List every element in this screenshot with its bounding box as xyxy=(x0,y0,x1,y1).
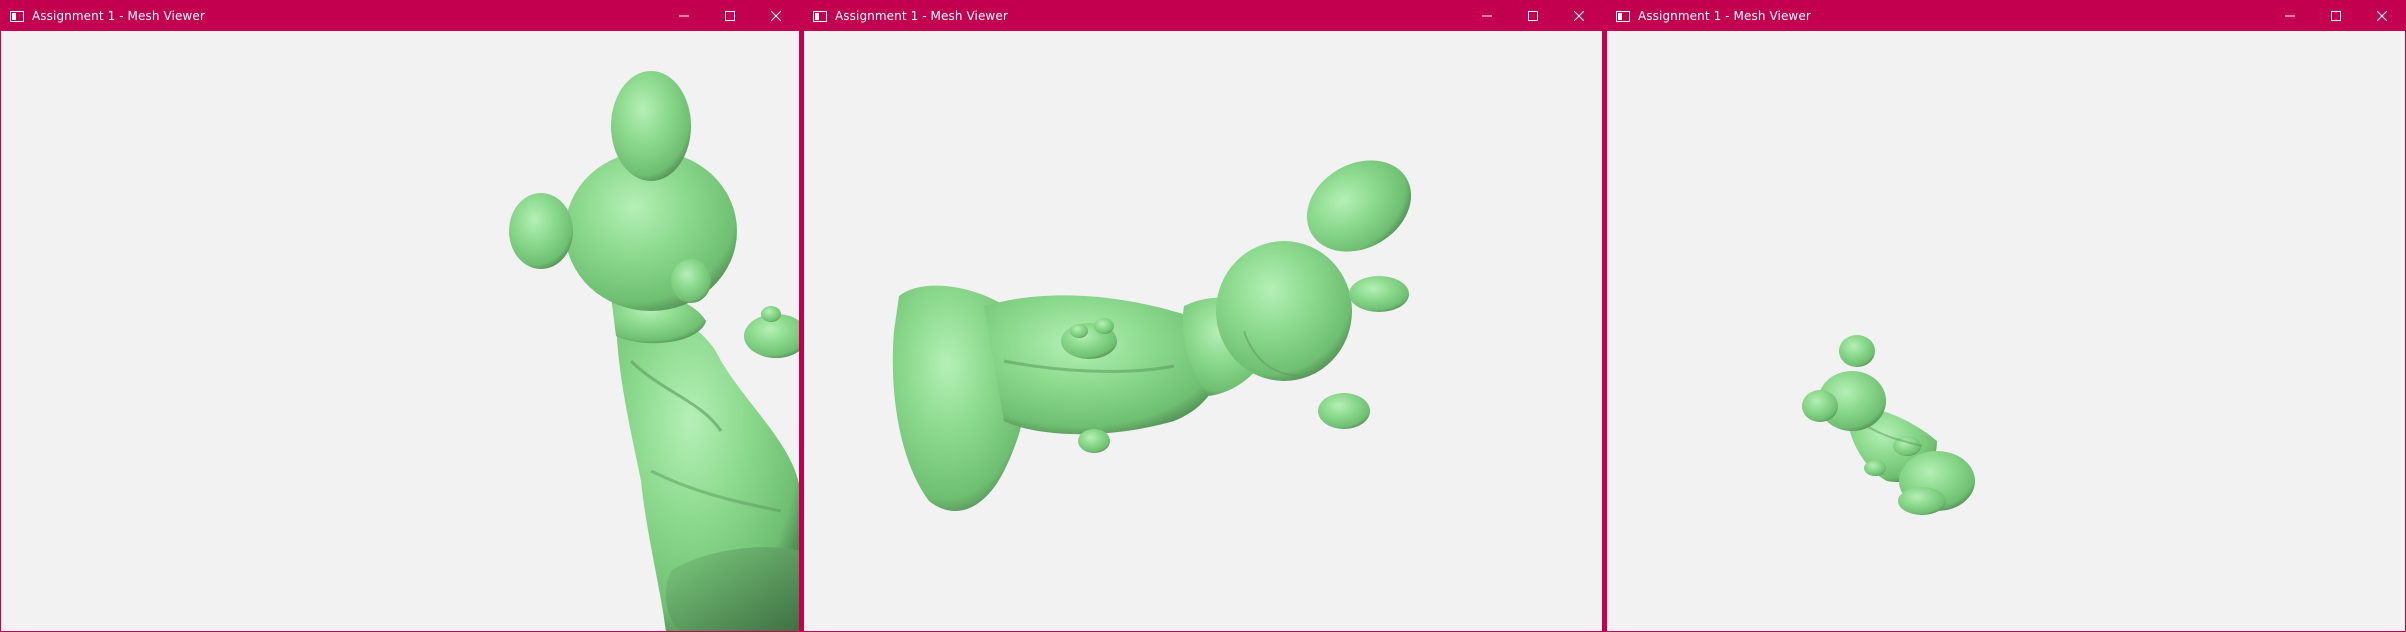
mouse-mesh-model xyxy=(509,71,799,631)
minimize-icon xyxy=(2285,15,2295,17)
maximize-icon xyxy=(2331,11,2341,21)
3d-viewport[interactable] xyxy=(804,31,1602,631)
app-window-icon xyxy=(10,10,24,22)
maximize-button[interactable] xyxy=(707,1,753,31)
title-bar[interactable]: Assignment 1 - Mesh Viewer xyxy=(1,1,799,31)
maximize-button[interactable] xyxy=(2313,1,2359,31)
title-bar[interactable]: Assignment 1 - Mesh Viewer xyxy=(1607,1,2405,31)
close-button[interactable] xyxy=(2359,1,2405,31)
mesh-render xyxy=(1802,335,1975,515)
app-window-icon xyxy=(1616,10,1630,22)
mesh-render xyxy=(509,71,799,631)
mesh-viewer-window-3: Assignment 1 - Mesh Viewer xyxy=(1606,0,2406,632)
close-icon xyxy=(1574,11,1584,21)
mouse-mesh-model xyxy=(1802,335,1975,515)
3d-viewport[interactable] xyxy=(1,31,799,631)
close-button[interactable] xyxy=(1556,1,1602,31)
mesh-render xyxy=(892,160,1412,511)
maximize-icon xyxy=(1528,11,1538,21)
minimize-icon xyxy=(679,15,689,17)
3d-viewport[interactable] xyxy=(1607,31,2405,631)
minimize-button[interactable] xyxy=(1464,1,1510,31)
mesh-viewer-window-2: Assignment 1 - Mesh Viewer xyxy=(803,0,1603,632)
title-bar[interactable]: Assignment 1 - Mesh Viewer xyxy=(804,1,1602,31)
close-icon xyxy=(771,11,781,21)
minimize-icon xyxy=(1482,15,1492,17)
close-icon xyxy=(2377,11,2387,21)
window-title: Assignment 1 - Mesh Viewer xyxy=(32,9,205,23)
minimize-button[interactable] xyxy=(2267,1,2313,31)
window-controls xyxy=(2267,1,2405,31)
window-title: Assignment 1 - Mesh Viewer xyxy=(1638,9,1811,23)
minimize-button[interactable] xyxy=(661,1,707,31)
window-title: Assignment 1 - Mesh Viewer xyxy=(835,9,1008,23)
app-window-icon xyxy=(813,10,827,22)
maximize-icon xyxy=(725,11,735,21)
mesh-viewer-window-1: Assignment 1 - Mesh Viewer xyxy=(0,0,800,632)
maximize-button[interactable] xyxy=(1510,1,1556,31)
mouse-mesh-model xyxy=(892,160,1412,511)
close-button[interactable] xyxy=(753,1,799,31)
window-controls xyxy=(1464,1,1602,31)
window-controls xyxy=(661,1,799,31)
